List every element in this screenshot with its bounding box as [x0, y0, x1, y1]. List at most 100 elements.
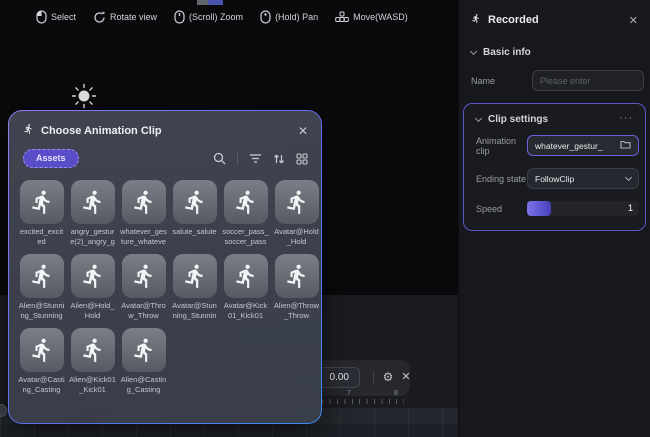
- clip-thumbnail: [275, 254, 319, 298]
- tool-label: (Hold) Pan: [275, 12, 318, 22]
- running-person-icon: [23, 122, 34, 140]
- clip-settings-section: Clip settings ··· Animation clip whateve…: [463, 103, 646, 231]
- clip-thumbnail: [122, 328, 166, 372]
- animation-clip-item[interactable]: Alien@Kick01_Kick01: [69, 328, 116, 395]
- viewport-top-artifact: [197, 0, 223, 5]
- ending-state-label: Ending state: [476, 174, 527, 184]
- chevron-down-icon: [475, 115, 482, 122]
- recorded-inspector-panel: Recorded ✕ Basic info Name Please enter …: [458, 0, 650, 437]
- clip-label: Alien@Casting_Casting: [120, 375, 167, 395]
- viewport-toolbar: Select Rotate view (Scroll) Zoom (Hold) …: [36, 8, 408, 26]
- tool-scroll-zoom[interactable]: (Scroll) Zoom: [174, 10, 243, 24]
- tool-label: Select: [51, 12, 76, 22]
- timeline-close-icon[interactable]: ✕: [398, 369, 414, 385]
- animation-clip-item[interactable]: angry_gesture(2)_angry_g_: [69, 180, 116, 247]
- clip-thumbnail: [20, 180, 64, 224]
- light-gizmo-icon[interactable]: [71, 83, 97, 114]
- clip-label: angry_gesture(2)_angry_g_: [69, 227, 116, 247]
- mouse-scroll-icon: [174, 10, 185, 24]
- ending-state-value: FollowClip: [535, 174, 626, 184]
- name-field-label: Name: [471, 76, 532, 86]
- clip-thumbnail: [71, 328, 115, 372]
- speed-slider[interactable]: 1: [527, 201, 639, 216]
- grid-view-icon[interactable]: [296, 153, 308, 165]
- tool-label: Move(WASD): [353, 12, 408, 22]
- animation-clip-item[interactable]: excited_excited: [18, 180, 65, 247]
- section-label: Clip settings: [488, 114, 612, 125]
- tool-hold-pan[interactable]: (Hold) Pan: [260, 10, 318, 24]
- modal-title: Choose Animation Clip: [41, 125, 291, 137]
- panel-title: Recorded: [488, 14, 622, 26]
- running-person-icon: [471, 11, 481, 29]
- clip-thumbnail: [224, 180, 268, 224]
- modal-close-icon[interactable]: ✕: [298, 124, 308, 138]
- tool-label: Rotate view: [110, 12, 157, 22]
- animation-clip-item[interactable]: Avatar@Hold_Hold: [273, 180, 320, 247]
- tool-select[interactable]: Select: [36, 10, 76, 24]
- clip-thumbnail: [20, 254, 64, 298]
- animation-clip-label: Animation clip: [476, 136, 527, 156]
- clip-thumbnail: [173, 180, 217, 224]
- animation-clip-item[interactable]: Alien@Hold_Hold: [69, 254, 116, 321]
- clip-label: Alien@Hold_Hold: [69, 301, 116, 321]
- sort-icon[interactable]: [273, 153, 285, 165]
- clip-label: excited_excited: [18, 227, 65, 247]
- animation-clip-item[interactable]: Avatar@Kick01_Kick01: [222, 254, 269, 321]
- basic-info-section-header[interactable]: Basic info: [459, 39, 650, 64]
- animation-clip-item[interactable]: Alien@Casting_Casting: [120, 328, 167, 395]
- chevron-down-icon: [625, 173, 632, 180]
- speed-slider-fill: [527, 201, 551, 216]
- clip-label: whatever_gesture_whateve_: [120, 227, 167, 247]
- rotate-view-icon: [93, 11, 106, 24]
- name-input[interactable]: Please enter: [532, 70, 644, 91]
- folder-icon[interactable]: [620, 140, 631, 151]
- section-label: Basic info: [483, 47, 638, 58]
- clip-thumbnail: [173, 254, 217, 298]
- clip-label: Avatar@Kick01_Kick01: [222, 301, 269, 321]
- clip-label: Alien@Throw_Throw: [273, 301, 320, 321]
- animation-clip-item[interactable]: whatever_gesture_whateve_: [120, 180, 167, 247]
- timeline-divider: [373, 372, 374, 384]
- animation-clip-item[interactable]: Avatar@Stunning_Stunning: [171, 254, 218, 321]
- clip-label: Avatar@Casting_Casting: [18, 375, 65, 395]
- speed-label: Speed: [476, 204, 527, 214]
- animation-clip-item[interactable]: soccer_pass_soccer_pass: [222, 180, 269, 247]
- animation-clip-item[interactable]: Alien@Throw_Throw: [273, 254, 320, 321]
- animation-clip-item[interactable]: Avatar@Casting_Casting: [18, 328, 65, 395]
- animation-clip-input[interactable]: whatever_gestur_: [527, 135, 639, 156]
- clip-thumbnail: [71, 180, 115, 224]
- search-icon[interactable]: [213, 152, 226, 165]
- more-options-icon[interactable]: ···: [619, 112, 633, 124]
- tool-move-wasd[interactable]: Move(WASD): [335, 11, 408, 23]
- clip-thumbnail: [122, 180, 166, 224]
- wasd-keys-icon: [335, 11, 349, 23]
- toolbar-divider: [237, 153, 238, 165]
- animation-clip-item[interactable]: Alien@Stunning_Stunning: [18, 254, 65, 321]
- clip-thumbnail: [224, 254, 268, 298]
- animation-clip-item[interactable]: Avatar@Throw_Throw: [120, 254, 167, 321]
- clip-label: Avatar@Stunning_Stunning: [171, 301, 218, 321]
- ruler-label: 8: [394, 390, 398, 397]
- clip-thumbnail: [275, 180, 319, 224]
- choose-animation-clip-modal: Choose Animation Clip ✕ Assets: [8, 110, 322, 424]
- clip-thumbnail: [71, 254, 115, 298]
- animation-clip-item[interactable]: salute_salute: [171, 180, 218, 247]
- assets-filter-button[interactable]: Assets: [23, 149, 79, 168]
- select-cursor-icon: [36, 10, 47, 24]
- clip-thumbnail: [20, 328, 64, 372]
- clip-label: salute_salute: [171, 227, 218, 237]
- timeline-track-lane-lower: [0, 424, 458, 437]
- filter-icon[interactable]: [249, 153, 262, 164]
- clip-label: soccer_pass_soccer_pass: [222, 227, 269, 247]
- app-window: 0.00 ⚙ ✕ 7 8 Select Rotate view (Scroll)…: [0, 0, 650, 437]
- clip-settings-section-header[interactable]: Clip settings ···: [466, 106, 643, 129]
- ending-state-select[interactable]: FollowClip: [527, 168, 639, 189]
- panel-close-icon[interactable]: ✕: [629, 14, 638, 27]
- clip-thumbnail: [122, 254, 166, 298]
- chevron-down-icon: [470, 48, 477, 55]
- speed-value: 1: [628, 203, 633, 213]
- name-placeholder: Please enter: [540, 76, 591, 86]
- timeline-gear-icon[interactable]: ⚙: [380, 369, 396, 385]
- tool-rotate-view[interactable]: Rotate view: [93, 11, 157, 24]
- clip-label: Alien@Kick01_Kick01: [69, 375, 116, 395]
